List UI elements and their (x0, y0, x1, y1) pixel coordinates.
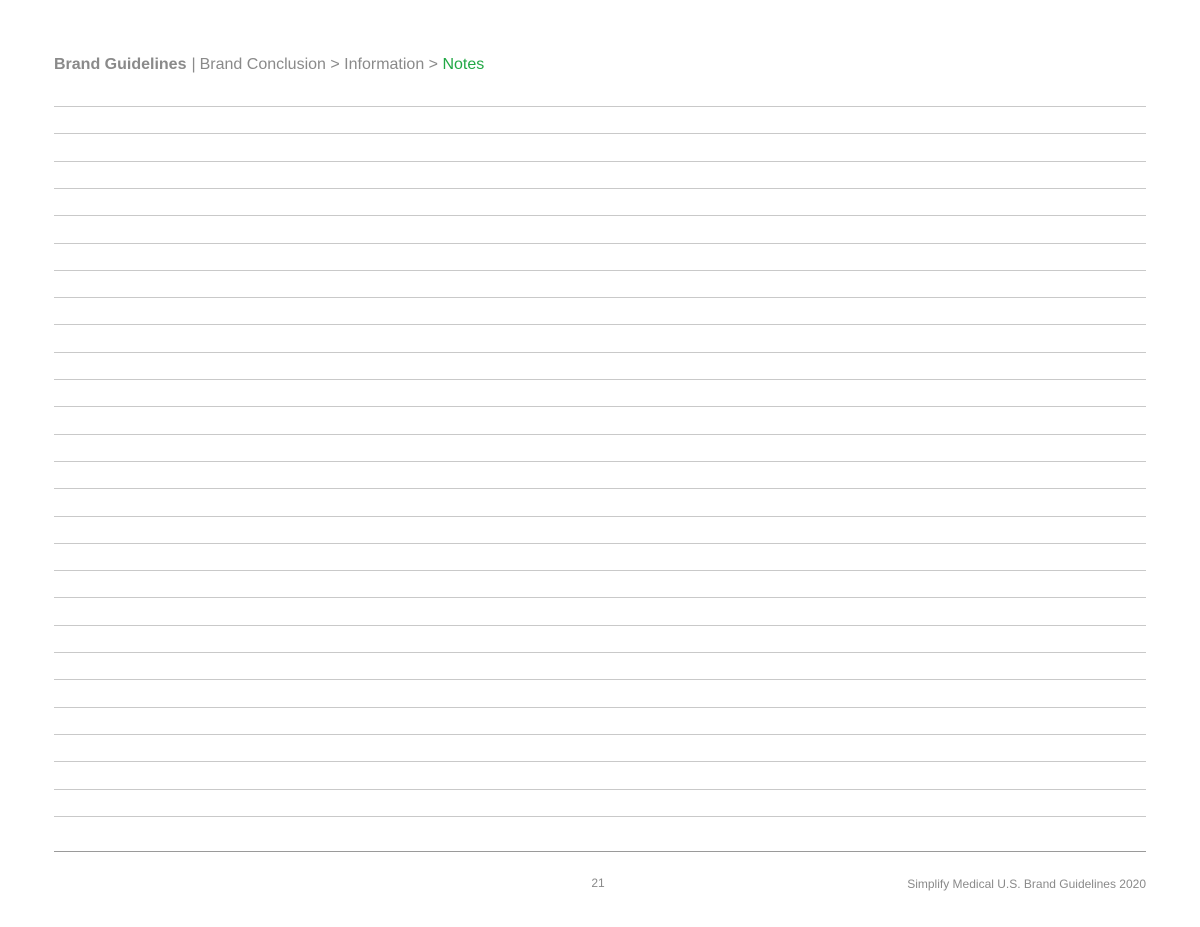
note-line (54, 352, 1146, 353)
note-line (54, 106, 1146, 107)
note-line (54, 543, 1146, 544)
note-line (54, 597, 1146, 598)
note-line (54, 652, 1146, 653)
note-line (54, 679, 1146, 680)
note-line (54, 324, 1146, 325)
note-line (54, 488, 1146, 489)
note-line (54, 379, 1146, 380)
note-line (54, 297, 1146, 298)
note-line (54, 625, 1146, 626)
note-line (54, 406, 1146, 407)
note-line (54, 461, 1146, 462)
note-line (54, 133, 1146, 134)
note-line (54, 270, 1146, 271)
note-line (54, 761, 1146, 762)
note-line (54, 570, 1146, 571)
page-number: 21 (591, 876, 605, 890)
note-line (54, 188, 1146, 189)
notes-lines (54, 0, 1146, 927)
note-line (54, 789, 1146, 790)
note-line (54, 434, 1146, 435)
note-line (54, 215, 1146, 216)
note-line (54, 707, 1146, 708)
note-line (54, 816, 1146, 817)
note-line (54, 734, 1146, 735)
note-line (54, 243, 1146, 244)
note-line (54, 161, 1146, 162)
note-line (54, 516, 1146, 517)
bottom-rule (54, 851, 1146, 852)
footer-document-name: Simplify Medical U.S. Brand Guidelines 2… (907, 877, 1146, 891)
